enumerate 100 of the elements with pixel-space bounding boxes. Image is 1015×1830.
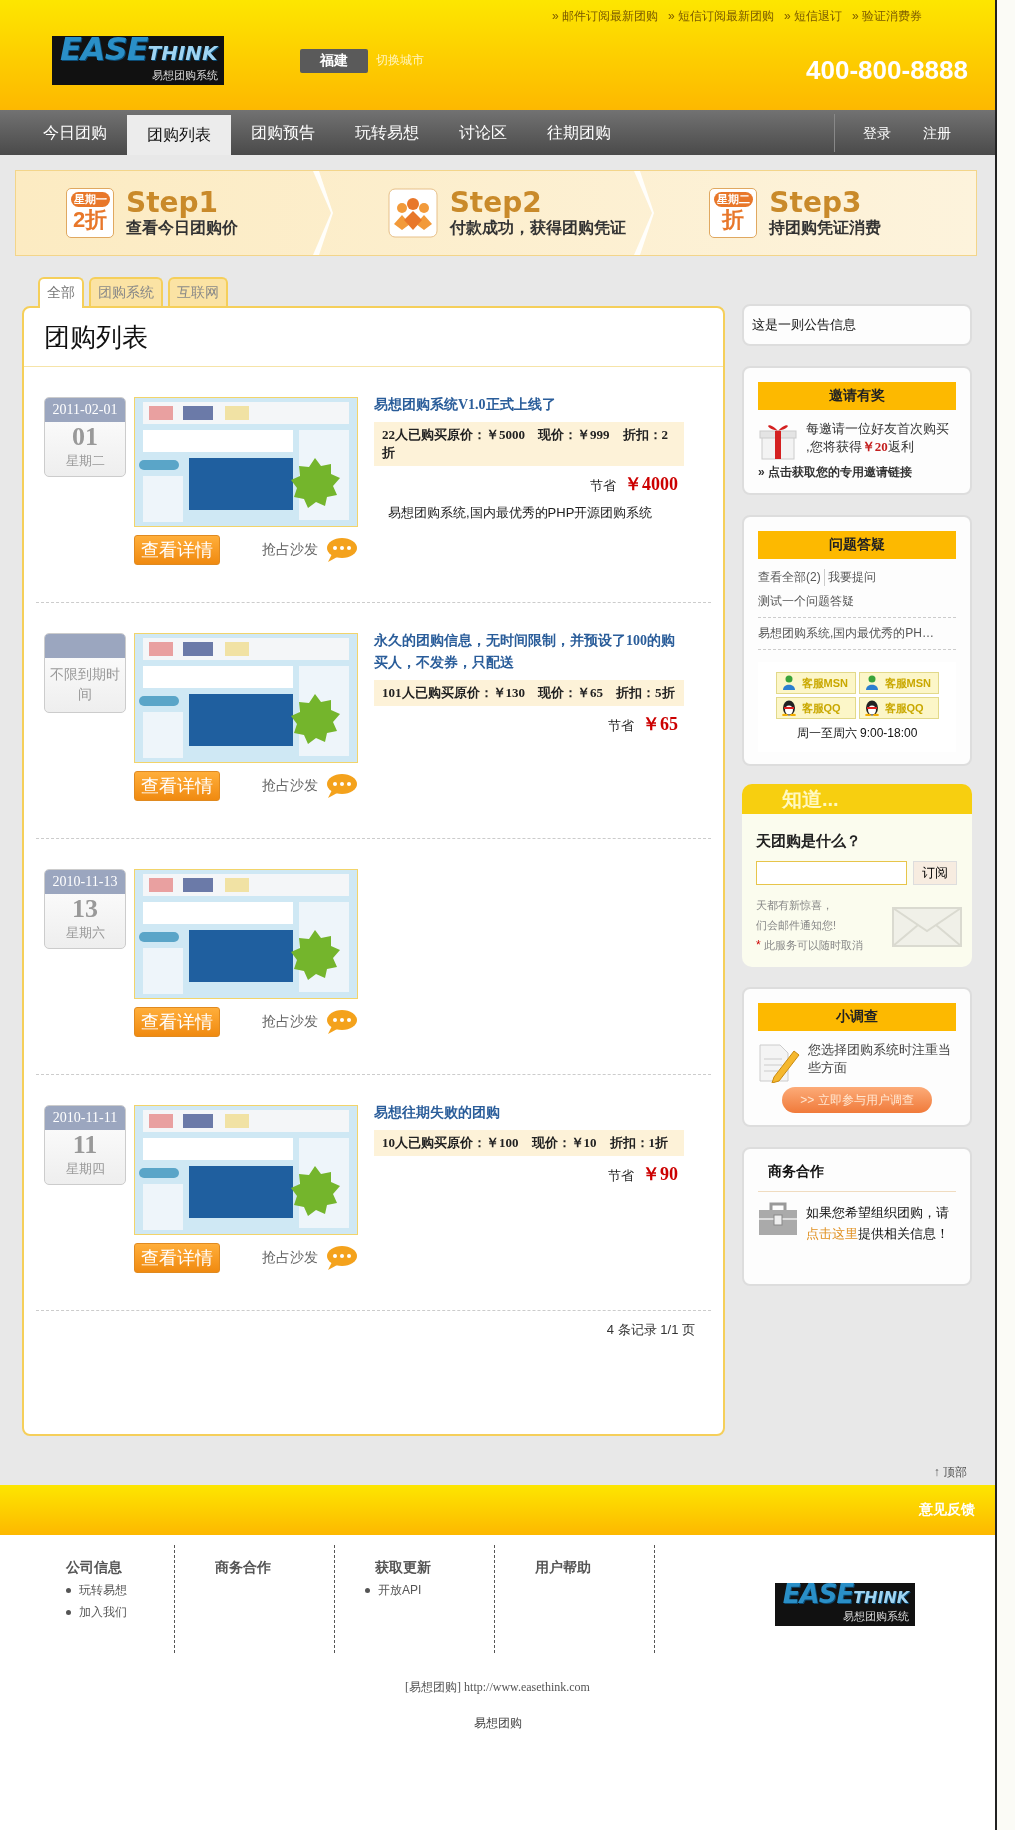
deal-title-link[interactable]: 易想往期失败的团购 (374, 1102, 684, 1124)
logo-wordmark: EASETHINK (782, 1584, 910, 1608)
chat-bubble-icon (324, 537, 358, 563)
card-heading: 商务合作 (758, 1163, 956, 1192)
saving-amount: ￥4000 (624, 474, 678, 494)
page-title: 团购列表 (44, 320, 148, 354)
footer-heading: 获取更新 (374, 1559, 432, 1577)
comment-link[interactable]: 抢占沙发 (262, 1249, 318, 1267)
document-pencil-icon (758, 1041, 800, 1083)
top-link[interactable]: » 短信退订 (783, 8, 842, 25)
ask-link[interactable]: 我要提问 (827, 569, 876, 586)
footer-heading: 用户帮助 (534, 1559, 592, 1577)
view-all-link[interactable]: 查看全部(2) (758, 569, 821, 586)
business-text: 如果您希望组织团购，请 点击这里提供相关信息！ (806, 1204, 950, 1243)
chat-bubble-icon (324, 1009, 358, 1035)
step-label: 查看今日团购价 (126, 218, 238, 238)
service-hours: 周一至周六 9:00-18:00 (795, 725, 919, 742)
bullet-icon (66, 1588, 71, 1593)
figure-icon (780, 675, 797, 691)
toolbox-icon (758, 1202, 798, 1236)
envelope-icon (892, 907, 962, 947)
account-link[interactable]: 注册 (907, 113, 967, 152)
footer-link[interactable]: 玩转易想 (79, 1582, 127, 1599)
chat-bubble-icon (324, 773, 358, 799)
deal-description: 易想团购系统,国内最优秀的PHP开源团购系统 (388, 504, 654, 522)
logo-tagline: 易想团购系统 (843, 1609, 910, 1623)
date-label: 2011-02-01 (45, 398, 125, 422)
subscribe-note: 此服务可以随时取消 (763, 939, 863, 951)
chevron-icon (310, 171, 333, 255)
city-label: 福建 (299, 48, 368, 73)
footer-link[interactable]: 开放API (378, 1582, 422, 1599)
penguin-icon (780, 700, 797, 716)
saving-label: 节省 (590, 478, 616, 493)
price-stats: 101人已购买原价：￥130 现价：￥65 折扣：5折 (374, 680, 684, 706)
saving-label: 节省 (608, 718, 634, 733)
subscribe-heading: 知道... (782, 787, 839, 812)
chevron-icon (632, 171, 655, 255)
weekday-label: 星期二 (65, 452, 105, 470)
card-heading: 小调查 (758, 1003, 956, 1031)
day-number: 01 (72, 422, 98, 452)
nav-tab[interactable]: 讨论区 (439, 110, 527, 155)
subscribe-note: 们会邮件通知您! (756, 918, 838, 933)
footer-heading: 商务合作 (214, 1559, 272, 1577)
email-field[interactable] (756, 861, 907, 885)
footer-link[interactable]: 加入我们 (79, 1604, 127, 1621)
step-label: 持团购凭证消费 (769, 218, 882, 238)
account-link[interactable]: 登录 (847, 113, 907, 152)
date-label: 2010-11-11 (45, 1106, 125, 1130)
penguin-icon (863, 700, 880, 716)
invite-description: 每邀请一位好友首次购买 ,您将获得￥20返利 (806, 420, 950, 456)
deal-title-link[interactable]: 永久的团购信息，无时间限制，并预设了100的购买人，不发券，只配送 (374, 630, 684, 674)
notice-text: 这是一则公告信息 (752, 316, 857, 334)
step-label: 付款成功，获得团购凭证 (449, 218, 626, 238)
comment-link[interactable]: 抢占沙发 (262, 1013, 318, 1031)
asterisk-mark: * (756, 938, 761, 952)
day-number: 13 (72, 894, 98, 924)
figure-icon (863, 675, 880, 691)
saving-label: 节省 (608, 1168, 634, 1183)
comment-link[interactable]: 抢占沙发 (262, 777, 318, 795)
pagination-info: 4 条记录 1/1 页 (605, 1321, 696, 1339)
weekday-label: 星期四 (65, 1160, 105, 1178)
top-link[interactable]: » 邮件订阅最新团购 (551, 8, 658, 25)
card-heading: 邀请有奖 (758, 382, 956, 410)
question-link[interactable]: 易想团购系统,国内最优秀的PH… (758, 618, 956, 650)
logo-wordmark: EASETHINK (60, 38, 218, 67)
step-number: Step2 (449, 187, 542, 218)
question-link[interactable]: 测试一个问题答疑 (758, 586, 956, 618)
top-link[interactable]: » 验证消费券 (852, 8, 922, 25)
phone-number: 400-800-8888 (806, 55, 968, 86)
filter-tab[interactable]: 全部 (38, 277, 84, 308)
comment-link[interactable]: 抢占沙发 (262, 541, 318, 559)
price-stats: 10人已购买原价：￥100 现价：￥10 折扣：1折 (374, 1130, 684, 1156)
saving-amount: ￥90 (642, 1164, 678, 1184)
back-to-top-link[interactable]: ↑ 顶部 (933, 1465, 967, 1479)
invite-link[interactable]: » 点击获取您的专用邀请链接 (758, 464, 956, 481)
nav-tab[interactable]: 团购列表 (127, 115, 231, 155)
period-label: 不限到期时间 (49, 665, 121, 704)
price-stats: 22人已购买原价：￥5000 现价：￥999 折扣：2折 (374, 422, 684, 466)
nav-tab[interactable]: 往期团购 (527, 110, 631, 155)
step-number: Step3 (769, 187, 862, 218)
footer-heading: 公司信息 (66, 1559, 123, 1577)
calendar-icon: 星期一 2折 (66, 188, 114, 238)
saving-amount: ￥65 (642, 714, 678, 734)
nav-tab[interactable]: 今日团购 (23, 110, 127, 155)
bullet-icon (365, 1588, 370, 1593)
day-number: 11 (72, 1130, 98, 1160)
subscribe-question: 天团购是什么？ (756, 832, 862, 851)
subscribe-note: 天都有新惊喜， (756, 898, 834, 913)
weekday-label: 星期六 (65, 924, 105, 942)
top-link[interactable]: » 短信订阅最新团购 (667, 8, 774, 25)
nav-tab[interactable]: 团购预告 (231, 110, 335, 155)
people-icon (387, 188, 438, 238)
bullet-icon (66, 1610, 71, 1615)
subscribe-button[interactable]: 订阅 (913, 861, 957, 885)
chat-bubble-icon (324, 1245, 358, 1271)
deal-title-link[interactable]: 易想团购系统V1.0正式上线了 (374, 394, 684, 416)
date-label: 2010-11-13 (45, 870, 125, 894)
nav-tab[interactable]: 玩转易想 (335, 110, 439, 155)
step-number: Step1 (126, 187, 220, 218)
logo-tagline: 易想团购系统 (151, 69, 218, 82)
